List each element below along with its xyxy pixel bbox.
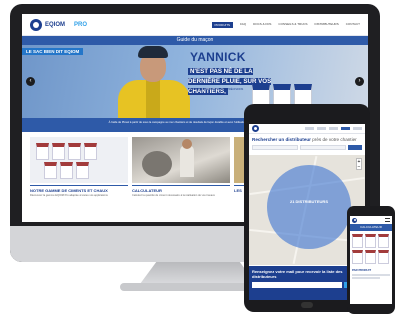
- card-calculator[interactable]: CALCULATEUR Calculez la quantité de cime…: [132, 137, 230, 198]
- device-mockup: EQIOM PRO PRODUITS FAQ DOCS & FDS CONSEI…: [0, 0, 395, 319]
- title-rest: près de votre chantier: [312, 137, 357, 142]
- card-calculator-image: [132, 137, 230, 183]
- monitor-stand: [140, 262, 256, 284]
- email-field[interactable]: [252, 282, 342, 288]
- carousel-prev-arrow-icon[interactable]: ‹: [26, 77, 35, 86]
- tablet-nav-item[interactable]: [329, 127, 338, 130]
- cement-bag-image[interactable]: [365, 234, 376, 248]
- eqiom-logo-icon[interactable]: [352, 217, 357, 223]
- distributor-search-title: Rechercher un distributeur près de votre…: [249, 134, 365, 143]
- carousel-next-arrow-icon[interactable]: ›: [355, 77, 364, 86]
- nav-item-contact[interactable]: CONTACT: [346, 22, 360, 28]
- main-nav: PRODUITS FAQ DOCS & FDS CONSEILS & TRUCS…: [211, 21, 360, 28]
- card-calculator-text: Calculez la quantité de ciment nécessair…: [132, 194, 215, 197]
- card-range-image: [30, 137, 128, 183]
- nav-item-faq[interactable]: FAQ: [240, 22, 246, 28]
- nav-item-products[interactable]: PRODUITS: [211, 21, 234, 28]
- distributor-count: 21 DISTRIBUTEURS: [289, 199, 328, 204]
- card-calculator-title: CALCULATEUR: [132, 185, 230, 193]
- cement-bag-image[interactable]: [352, 250, 363, 264]
- card-range-text: Découvrez la gamme EQIOM Pro adaptée à t…: [30, 194, 108, 197]
- email-signup-title: Renseignez votre mail pour recevoir la l…: [252, 269, 343, 279]
- cement-bag-image[interactable]: [365, 250, 376, 264]
- cement-bag-image: [44, 162, 57, 179]
- hero-subtitle: VOUS AVEZ LE SAC POUR LE PRÉCISIONS: [190, 88, 244, 91]
- tablet-home-button: [301, 302, 313, 308]
- title-bold: Rechercher un distributeur: [252, 137, 311, 142]
- distributor-search-form: [249, 143, 365, 152]
- site-logo[interactable]: EQIOM PRO: [30, 18, 88, 31]
- logo-text: EQIOM: [45, 21, 66, 28]
- cement-bag-image: [76, 162, 89, 179]
- cement-bag-image[interactable]: [378, 250, 389, 264]
- phone-screen: CALCULATEUR PAR PRODUIT: [350, 216, 392, 304]
- phone-header: [350, 216, 392, 224]
- card-range-title: NOTRE GAMME DE CIMENTS ET CHAUX: [30, 185, 128, 193]
- eqiom-logo-icon: [30, 18, 42, 31]
- tablet-nav-item[interactable]: [317, 127, 326, 130]
- hero-tag: LE SAC BIEN DIT EQIOM: [22, 48, 84, 55]
- worker-image: [180, 145, 194, 177]
- email-signup-form: [252, 282, 362, 288]
- tablet-nav-item-active[interactable]: [341, 127, 350, 130]
- hero-guide-bar[interactable]: Guide du maçon: [22, 36, 368, 45]
- cement-bag-image[interactable]: [378, 234, 389, 248]
- cement-bag-image: [60, 162, 73, 179]
- radius-select[interactable]: [300, 145, 346, 150]
- tablet-header: [249, 124, 365, 134]
- cement-bag-image: [68, 143, 81, 160]
- cement-bag-image: [84, 143, 97, 160]
- site-header: EQIOM PRO PRODUITS FAQ DOCS & FDS CONSEI…: [22, 14, 368, 36]
- card-range[interactable]: NOTRE GAMME DE CIMENTS ET CHAUX Découvre…: [30, 137, 128, 198]
- map-zoom-control[interactable]: + −: [356, 158, 362, 170]
- nav-item-advice[interactable]: CONSEILS & TRUCS: [278, 22, 307, 28]
- zoom-out-icon[interactable]: −: [357, 165, 361, 170]
- hamburger-menu-icon[interactable]: [385, 218, 390, 222]
- phone-text-line: [352, 274, 390, 276]
- logo-pro: PRO: [74, 21, 88, 28]
- phone-product-grid: [350, 231, 392, 267]
- hero-worker-cap: [138, 46, 168, 58]
- tablet-nav: [305, 127, 362, 130]
- phone-section-title: PAR PRODUIT: [352, 268, 372, 272]
- cement-bag-image: [52, 143, 65, 160]
- eqiom-logo-icon[interactable]: [252, 125, 259, 132]
- search-button[interactable]: [348, 145, 362, 150]
- cement-bag-image[interactable]: [352, 234, 363, 248]
- cement-bag-image: [36, 143, 49, 160]
- nav-item-docs[interactable]: DOCS & FDS: [253, 22, 271, 28]
- phone-banner: CALCULATEUR: [350, 224, 392, 231]
- tablet-nav-item[interactable]: [353, 127, 362, 130]
- nav-item-distributors[interactable]: DISTRIBUTEURS: [315, 22, 339, 28]
- cement-mixer-image: [142, 151, 172, 177]
- tablet-nav-item[interactable]: [305, 127, 314, 130]
- search-radius-circle: [267, 165, 351, 249]
- phone-text-line: [352, 277, 380, 279]
- location-input[interactable]: [252, 145, 298, 150]
- worker-head-image: [182, 139, 192, 149]
- hero-name: YANNICK: [190, 50, 246, 64]
